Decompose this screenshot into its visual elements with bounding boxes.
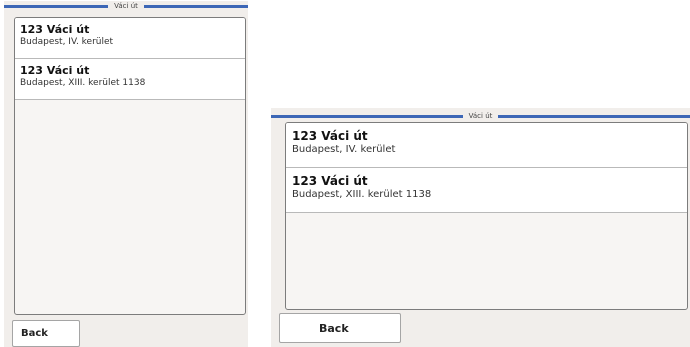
results-list[interactable]: 123 Váci út Budapest, IV. kerület 123 Vá… xyxy=(14,17,246,315)
result-item[interactable]: 123 Váci út Budapest, XIII. kerület 1138 xyxy=(286,168,687,213)
result-subtitle: Budapest, IV. kerület xyxy=(20,36,114,47)
screen-title: Váci út xyxy=(468,111,493,120)
result-subtitle: Budapest, XIII. kerület 1138 xyxy=(20,77,146,88)
result-item[interactable]: 123 Váci út Budapest, IV. kerület xyxy=(15,18,245,59)
result-title: 123 Váci út xyxy=(20,23,90,36)
back-button[interactable]: Back xyxy=(12,320,80,347)
landscape-screen: Váci út 123 Váci út Budapest, IV. kerüle… xyxy=(271,108,690,347)
results-list[interactable]: 123 Váci út Budapest, IV. kerület 123 Vá… xyxy=(285,122,688,310)
result-title: 123 Váci út xyxy=(292,174,368,188)
screen-title-bar: Váci út xyxy=(4,1,248,12)
portrait-screen: Váci út 123 Váci út Budapest, IV. kerüle… xyxy=(4,1,248,347)
back-button[interactable]: Back xyxy=(279,313,401,343)
result-item[interactable]: 123 Váci út Budapest, IV. kerület xyxy=(286,123,687,168)
result-item[interactable]: 123 Váci út Budapest, XIII. kerület 1138 xyxy=(15,59,245,100)
screen-title: Váci út xyxy=(114,2,138,10)
result-title: 123 Váci út xyxy=(20,64,90,77)
result-title: 123 Váci út xyxy=(292,129,368,143)
result-subtitle: Budapest, IV. kerület xyxy=(292,143,396,155)
result-subtitle: Budapest, XIII. kerület 1138 xyxy=(292,188,432,200)
